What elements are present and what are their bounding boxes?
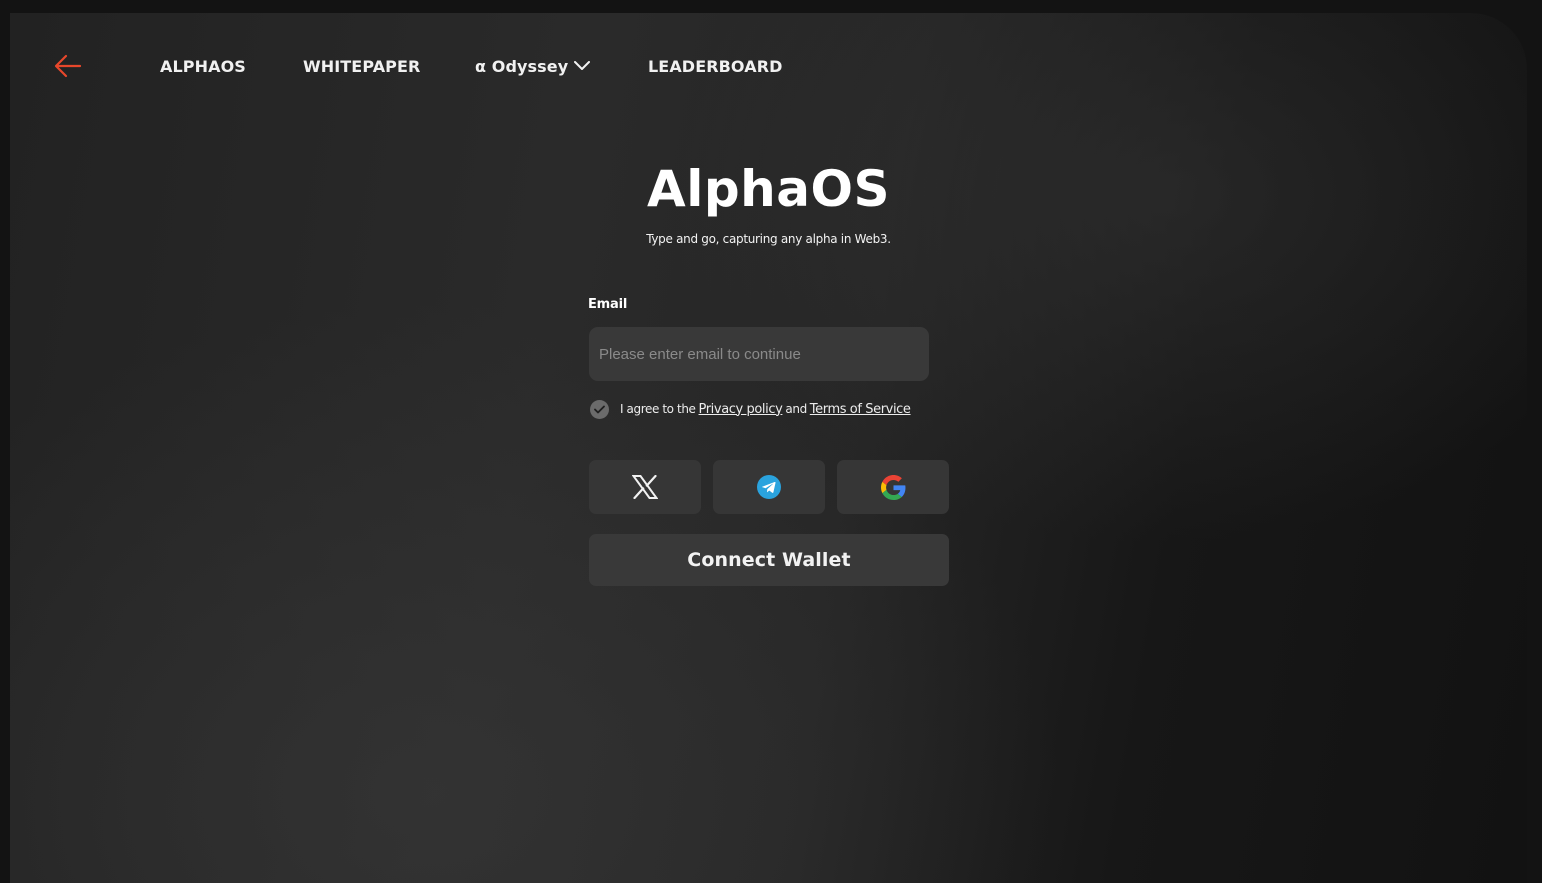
page-title: AlphaOS bbox=[647, 160, 890, 218]
nav-item-alphaos[interactable]: ALPHAOS bbox=[160, 57, 246, 77]
page-frame: ALPHAOS WHITEPAPER α Odyssey LEADERBOARD… bbox=[10, 13, 1527, 883]
nav-item-leaderboard[interactable]: LEADERBOARD bbox=[648, 57, 783, 77]
google-login-button[interactable] bbox=[837, 460, 949, 514]
google-icon bbox=[880, 474, 905, 500]
agree-checkbox[interactable] bbox=[590, 399, 609, 419]
connect-wallet-button[interactable]: Connect Wallet bbox=[589, 534, 949, 586]
telegram-login-button[interactable] bbox=[713, 460, 825, 514]
agree-and-text: and bbox=[785, 402, 807, 416]
chevron-down-icon bbox=[574, 61, 591, 70]
back-arrow-icon[interactable] bbox=[54, 53, 82, 79]
agree-row: I agree to the Privacy policy and Terms … bbox=[590, 399, 914, 419]
terms-of-service-link[interactable]: Terms of Service bbox=[810, 402, 911, 417]
agree-prefix-text: I agree to the bbox=[620, 402, 696, 416]
nav-item-odyssey-label: α Odyssey bbox=[475, 57, 569, 76]
email-label: Email bbox=[588, 297, 628, 312]
x-login-button[interactable] bbox=[589, 460, 701, 514]
email-input[interactable] bbox=[589, 327, 929, 381]
privacy-policy-link[interactable]: Privacy policy bbox=[699, 402, 783, 417]
nav-item-odyssey[interactable]: α Odyssey bbox=[475, 57, 591, 77]
nav-item-whitepaper[interactable]: WHITEPAPER bbox=[303, 57, 420, 77]
page-subtitle: Type and go, capturing any alpha in Web3… bbox=[646, 232, 891, 246]
x-logo-icon bbox=[632, 475, 658, 499]
checkmark-icon bbox=[594, 405, 605, 413]
telegram-icon bbox=[757, 475, 781, 499]
